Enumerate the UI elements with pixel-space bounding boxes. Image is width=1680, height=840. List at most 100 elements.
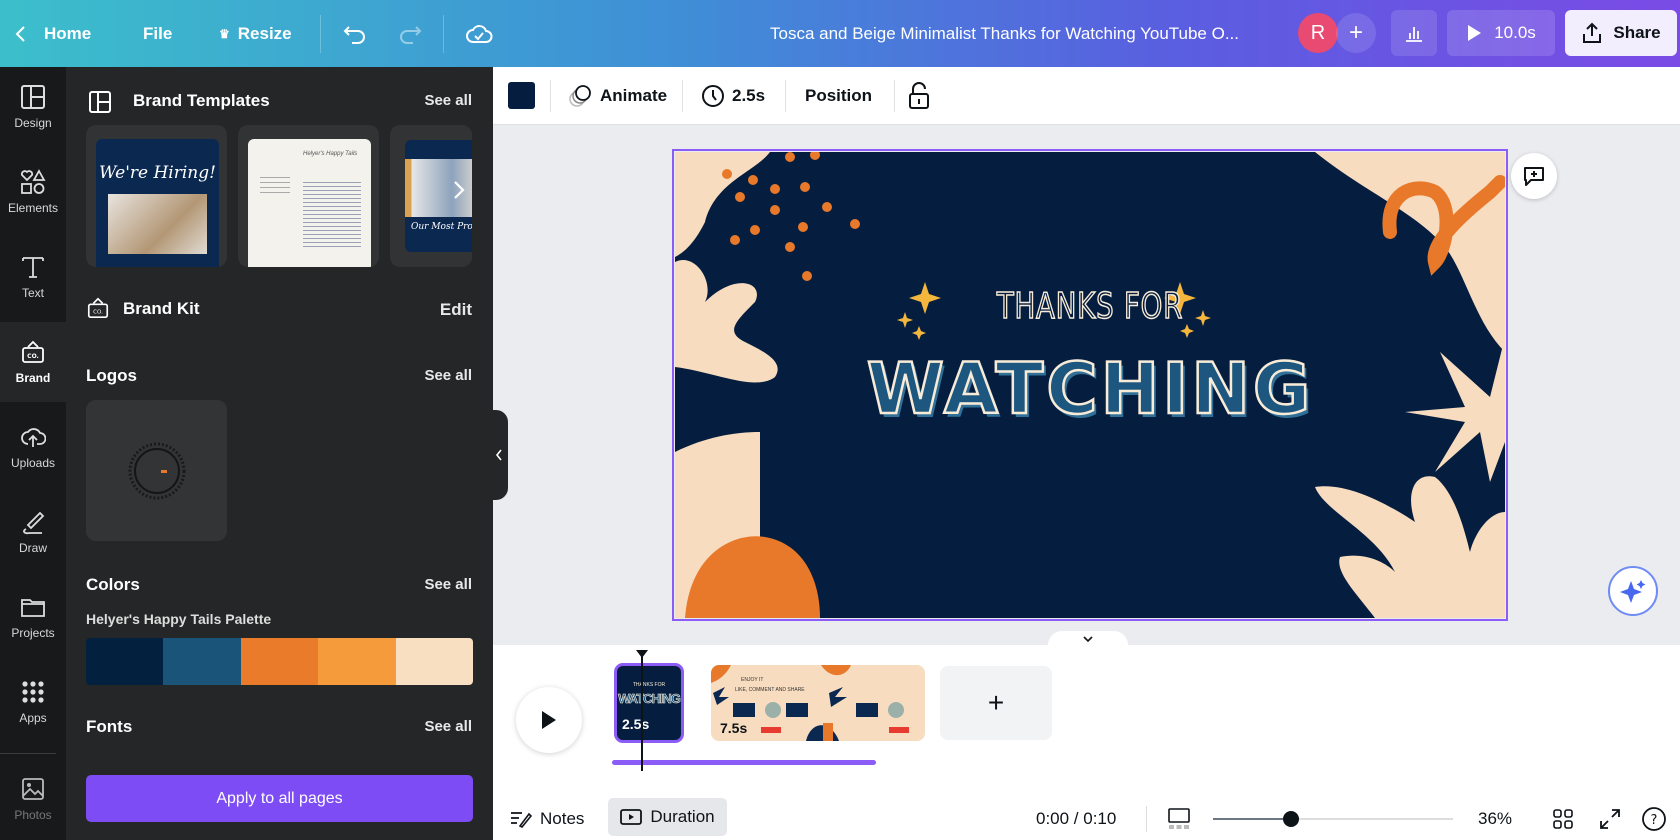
- hide-timeline-button[interactable]: [1048, 631, 1128, 647]
- zoom-slider-knob[interactable]: [1283, 811, 1299, 827]
- rail-item-projects[interactable]: Projects: [0, 577, 66, 657]
- position-button[interactable]: Position: [805, 67, 872, 125]
- swatch-orange[interactable]: [240, 638, 319, 685]
- share-button[interactable]: Share: [1565, 10, 1677, 56]
- bar-chart-icon: [1406, 27, 1422, 42]
- fullscreen-button[interactable]: [1599, 798, 1621, 840]
- headline-thanks-for[interactable]: THANKS FOR: [737, 285, 1443, 328]
- playback-time: 0:00 / 0:10: [1036, 809, 1117, 828]
- rail-item-uploads[interactable]: Uploads: [0, 407, 66, 487]
- swatch-light-orange[interactable]: [318, 638, 396, 685]
- rail-label: Brand: [15, 371, 51, 385]
- timeline-clip-1[interactable]: THANKS FOR WATCHING 2.5s: [614, 663, 684, 743]
- colors-see-all[interactable]: See all: [424, 576, 472, 593]
- colors-heading: Colors: [86, 575, 140, 594]
- animate-label: Animate: [600, 86, 668, 105]
- clock-icon: [702, 85, 724, 107]
- rail-item-text[interactable]: Text: [0, 237, 66, 317]
- audio-progress-track[interactable]: [612, 760, 876, 765]
- rail-item-photos[interactable]: Photos: [0, 759, 66, 839]
- rail-item-draw[interactable]: Draw: [0, 492, 66, 572]
- share-upload-icon: [1583, 22, 1602, 43]
- resize-label: Resize: [237, 23, 292, 43]
- clip-mini-text: WATCHING: [618, 691, 681, 707]
- brand-kit-edit-button[interactable]: Edit: [440, 300, 472, 320]
- duration-label: Duration: [650, 807, 715, 826]
- logos-see-all[interactable]: See all: [424, 367, 472, 384]
- template-card-promotion[interactable]: Our Most Promotion: [390, 125, 472, 267]
- beige-leaf-bottom-right: [1315, 476, 1505, 618]
- clip-mini-text: LIKE, COMMENT AND SHARE: [735, 687, 805, 693]
- swatch-blue[interactable]: [163, 638, 241, 685]
- add-comment-button[interactable]: [1511, 153, 1557, 199]
- color-picker-swatch[interactable]: [508, 82, 535, 109]
- divider: [1146, 806, 1147, 832]
- notes-button[interactable]: Notes: [510, 798, 584, 840]
- side-rail: Design Elements Text CO. Brand Uploads D…: [0, 67, 66, 840]
- home-label: Home: [44, 23, 92, 43]
- rail-item-apps[interactable]: Apps: [0, 662, 66, 742]
- thumbnails-icon: [1168, 808, 1190, 829]
- rail-label: Projects: [11, 626, 55, 640]
- swatch-navy[interactable]: [86, 638, 164, 685]
- logo-card[interactable]: [86, 400, 227, 541]
- fonts-see-all[interactable]: See all: [424, 718, 472, 735]
- playhead-handle[interactable]: [635, 649, 649, 659]
- duration-toggle-button[interactable]: Duration: [608, 798, 727, 836]
- grid-view-button[interactable]: [1553, 798, 1573, 840]
- rail-item-brand[interactable]: CO. Brand: [0, 322, 66, 402]
- notes-label: Notes: [540, 809, 585, 828]
- rail-item-design[interactable]: Design: [0, 67, 66, 147]
- template-thumb-text: Helyer's Happy Tails: [303, 151, 358, 157]
- animate-icon: [569, 85, 591, 107]
- template-card-letter[interactable]: Helyer's Happy Tails: [238, 125, 379, 267]
- design-canvas[interactable]: THANKS FOR WATCHING: [672, 149, 1508, 621]
- expand-icon: [1600, 809, 1620, 829]
- undo-button[interactable]: [342, 0, 368, 67]
- file-menu[interactable]: File: [143, 0, 172, 67]
- resize-button[interactable]: ♛ Resize: [219, 0, 292, 67]
- help-button[interactable]: ?: [1641, 798, 1667, 840]
- timeline-clip-2[interactable]: ENJOY IT LIKE, COMMENT AND SHARE 7.5s: [711, 665, 925, 741]
- redo-button[interactable]: [397, 0, 423, 67]
- playhead[interactable]: [641, 653, 643, 771]
- brand-kit-icon: CO.: [87, 297, 109, 319]
- magic-assistant-button[interactable]: [1608, 566, 1658, 616]
- lock-button[interactable]: [908, 67, 930, 125]
- apply-to-all-pages-button[interactable]: Apply to all pages: [86, 775, 473, 822]
- collapse-panel-handle[interactable]: [490, 410, 508, 500]
- add-collaborator-button[interactable]: +: [1336, 13, 1376, 53]
- duration-button[interactable]: 2.5s: [701, 67, 765, 125]
- rail-item-elements[interactable]: Elements: [0, 152, 66, 232]
- help-icon: ?: [1642, 807, 1666, 831]
- divider: [443, 15, 444, 53]
- design-title[interactable]: Tosca and Beige Minimalist Thanks for Wa…: [770, 0, 1270, 67]
- play-icon: [1468, 25, 1482, 41]
- plus-icon: +: [1348, 19, 1363, 46]
- present-play-button[interactable]: 10.0s: [1447, 10, 1555, 56]
- brand-templates-see-all[interactable]: See all: [424, 92, 472, 109]
- cloud-save-status[interactable]: [465, 0, 493, 67]
- animate-button[interactable]: Animate: [567, 67, 667, 125]
- sparkle-icon: [1620, 580, 1646, 603]
- add-page-button[interactable]: +: [940, 666, 1052, 740]
- palette-swatches: [86, 638, 473, 685]
- divider: [682, 80, 683, 112]
- divider: [785, 80, 786, 112]
- rail-label: Apps: [19, 711, 47, 725]
- swatch-beige[interactable]: [395, 638, 473, 685]
- template-photo: [108, 194, 207, 254]
- zoom-percentage[interactable]: 36%: [1478, 798, 1512, 840]
- home-button[interactable]: Home: [14, 0, 91, 67]
- fonts-heading: Fonts: [86, 717, 133, 736]
- page-thumbnails-toggle[interactable]: [1167, 798, 1191, 840]
- zoom-slider[interactable]: [1213, 811, 1453, 827]
- avatar[interactable]: R: [1298, 13, 1338, 53]
- headline-watching[interactable]: WATCHING: [675, 347, 1505, 432]
- timeline-play-button[interactable]: [516, 687, 582, 753]
- top-bar: Home File ♛ Resize Tosca and Beige Minim…: [0, 0, 1680, 67]
- plus-icon: +: [987, 687, 1005, 718]
- template-card-hiring[interactable]: We're Hiring!: [86, 125, 227, 267]
- chevron-right-icon[interactable]: [452, 179, 466, 201]
- insights-button[interactable]: [1391, 10, 1437, 56]
